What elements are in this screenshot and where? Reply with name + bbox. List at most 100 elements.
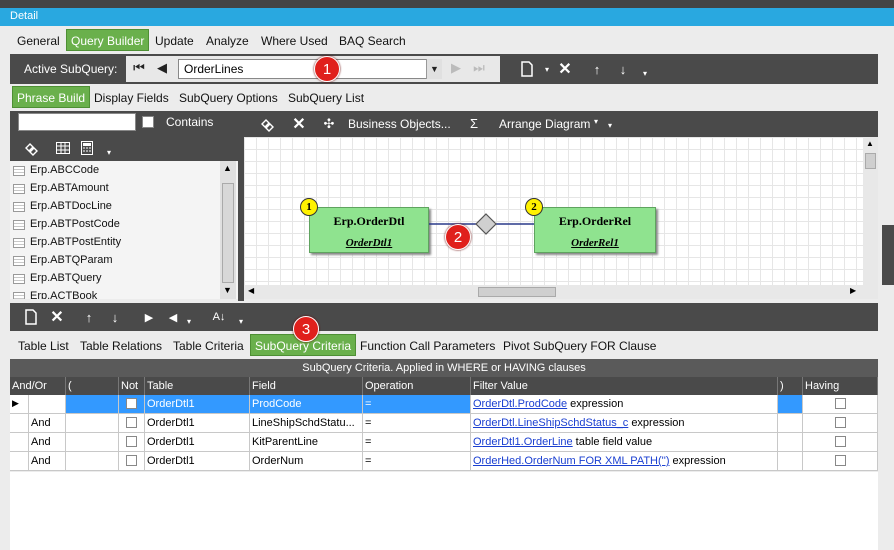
table-node-orderrel[interactable]: Erp.OrderRel OrderRel1 [534, 207, 656, 253]
move-down-icon[interactable]: ↓ [106, 308, 124, 326]
table-cell[interactable]: OrderDtl1 [145, 414, 250, 433]
field-cell[interactable]: KitParentLine [250, 433, 363, 452]
list-item[interactable]: Erp.ABTPostCode [10, 216, 224, 234]
open-paren-cell[interactable] [66, 395, 119, 414]
list-item[interactable]: Erp.ABTDocLine [10, 198, 224, 216]
sort-az-icon[interactable]: A↓ [210, 308, 228, 326]
scroll-left-arrow-icon[interactable]: ◀ [248, 286, 254, 295]
filter-value-cell[interactable]: OrderHed.OrderNum FOR XML PATH('') expres… [471, 452, 778, 471]
grid-view-icon[interactable] [54, 139, 72, 157]
filter-value-cell[interactable]: OrderDtl1.OrderLine table field value [471, 433, 778, 452]
tab-function-call-parameters[interactable]: Function Call Parameters [356, 337, 499, 355]
filter-value-cell[interactable]: OrderDtl.LineShipSchdStatus_c expression [471, 414, 778, 433]
having-checkbox-cell[interactable] [803, 452, 878, 471]
business-objects-icon[interactable]: ✣ [320, 115, 338, 133]
filter-value-cell[interactable]: OrderDtl.ProdCode expression [471, 395, 778, 414]
table-list-scrollbar[interactable]: ▲ ▼ [220, 161, 236, 299]
filter-value-link[interactable]: OrderDtl.LineShipSchdStatus_c [473, 417, 628, 429]
filter-value-link[interactable]: OrderDtl1.OrderLine [473, 436, 573, 448]
tab-general[interactable]: General [13, 32, 64, 50]
tab-table-list[interactable]: Table List [14, 337, 73, 355]
operation-cell[interactable]: = [363, 414, 471, 433]
filter-value-link[interactable]: OrderDtl.ProdCode [473, 398, 567, 410]
column-header-field[interactable]: Field [250, 377, 363, 395]
tab-phrase-build[interactable]: Phrase Build [12, 86, 91, 108]
operation-cell[interactable]: = [363, 452, 471, 471]
last-record-icon[interactable]: ⏭ [470, 60, 488, 78]
diagram-horizontal-scrollbar[interactable]: ◀ ▶ [244, 285, 878, 299]
column-header-operation[interactable]: Operation [363, 377, 471, 395]
new-criteria-icon[interactable] [22, 308, 40, 326]
scroll-right-arrow-icon[interactable]: ▶ [850, 286, 856, 295]
table-cell[interactable]: OrderDtl1 [145, 395, 250, 414]
tab-table-relations[interactable]: Table Relations [76, 337, 166, 355]
tab-update[interactable]: Update [151, 32, 198, 50]
list-item[interactable]: Erp.ABCCode [10, 162, 224, 180]
diagram-overflow-caret-icon[interactable]: ▾ [608, 121, 612, 130]
calculator-icon[interactable] [78, 139, 96, 157]
move-up-icon[interactable]: ↑ [80, 308, 98, 326]
close-paren-cell[interactable] [778, 433, 803, 452]
list-item[interactable]: Erp.ABTQParam [10, 252, 224, 270]
active-subquery-combo[interactable]: OrderLines [178, 59, 442, 79]
open-paren-cell[interactable] [66, 414, 119, 433]
dropdown-caret-icon[interactable]: ▾ [180, 312, 198, 330]
list-item[interactable]: Erp.ACTBook [10, 288, 224, 299]
not-checkbox[interactable] [126, 455, 137, 466]
column-header-filter-value[interactable]: Filter Value [471, 377, 778, 395]
link-icon[interactable] [22, 139, 40, 157]
column-header-close-paren[interactable]: ) [778, 377, 803, 395]
tab-display-fields[interactable]: Display Fields [90, 89, 173, 107]
arrange-diagram-button[interactable]: Arrange Diagram [499, 117, 590, 131]
delete-icon[interactable]: ✕ [556, 60, 574, 78]
column-header-not[interactable]: Not [119, 377, 145, 395]
close-paren-cell[interactable] [778, 395, 803, 414]
list-item[interactable]: Erp.ABTQuery [10, 270, 224, 288]
not-checkbox-cell[interactable] [119, 452, 145, 471]
previous-record-icon[interactable]: ◀ [154, 60, 170, 78]
contains-checkbox[interactable] [142, 116, 154, 128]
operation-cell[interactable]: = [363, 433, 471, 452]
field-cell[interactable]: OrderNum [250, 452, 363, 471]
close-paren-cell[interactable] [778, 414, 803, 433]
scroll-thumb[interactable] [865, 153, 876, 169]
not-checkbox-cell[interactable] [119, 395, 145, 414]
field-cell[interactable]: ProdCode [250, 395, 363, 414]
sigma-icon[interactable]: Σ [470, 116, 478, 131]
arrange-dropdown-caret-icon[interactable]: ▾ [594, 117, 598, 126]
query-diagram-canvas[interactable]: Erp.OrderDtl OrderDtl1 1 Erp.OrderRel Or… [244, 137, 863, 285]
having-checkbox[interactable] [834, 436, 846, 447]
tab-analyze[interactable]: Analyze [202, 32, 253, 50]
field-cell[interactable]: LineShipSchdStatu... [250, 414, 363, 433]
first-record-icon[interactable]: ⏮ [130, 60, 148, 78]
join-link-icon[interactable] [258, 115, 276, 133]
scroll-thumb[interactable] [478, 287, 556, 297]
table-node-orderdtl[interactable]: Erp.OrderDtl OrderDtl1 [309, 207, 429, 253]
and-or-cell[interactable] [29, 395, 66, 414]
tab-table-criteria[interactable]: Table Criteria [169, 337, 248, 355]
scroll-thumb[interactable] [222, 183, 234, 283]
indent-right-icon[interactable]: ▶ [140, 308, 158, 326]
tab-subquery-options[interactable]: SubQuery Options [175, 89, 282, 107]
having-checkbox-cell[interactable] [803, 414, 878, 433]
chevron-down-icon[interactable]: ▼ [426, 59, 442, 79]
scroll-up-arrow-icon[interactable]: ▲ [866, 139, 874, 148]
column-header-and-or[interactable]: And/Or [10, 377, 66, 395]
move-up-icon[interactable]: ↑ [588, 60, 606, 78]
and-or-cell[interactable]: And [29, 452, 66, 471]
dropdown-caret-icon[interactable]: ▾ [538, 60, 556, 78]
having-checkbox[interactable] [834, 455, 846, 466]
tab-query-builder[interactable]: Query Builder [66, 29, 150, 51]
delete-criteria-icon[interactable]: ✕ [48, 308, 66, 326]
not-checkbox-cell[interactable] [119, 433, 145, 452]
diagram-vertical-scrollbar[interactable]: ▲ [863, 137, 878, 285]
move-down-icon[interactable]: ↓ [614, 60, 632, 78]
close-paren-cell[interactable] [778, 452, 803, 471]
column-header-table[interactable]: Table [145, 377, 250, 395]
operation-cell[interactable]: = [363, 395, 471, 414]
scroll-up-arrow-icon[interactable]: ▲ [223, 163, 232, 173]
overflow-caret-icon[interactable]: ▾ [636, 64, 654, 82]
open-paren-cell[interactable] [66, 452, 119, 471]
tab-pivot-subquery-for-clause[interactable]: Pivot SubQuery FOR Clause [499, 337, 660, 355]
column-header-open-paren[interactable]: ( [66, 377, 119, 395]
